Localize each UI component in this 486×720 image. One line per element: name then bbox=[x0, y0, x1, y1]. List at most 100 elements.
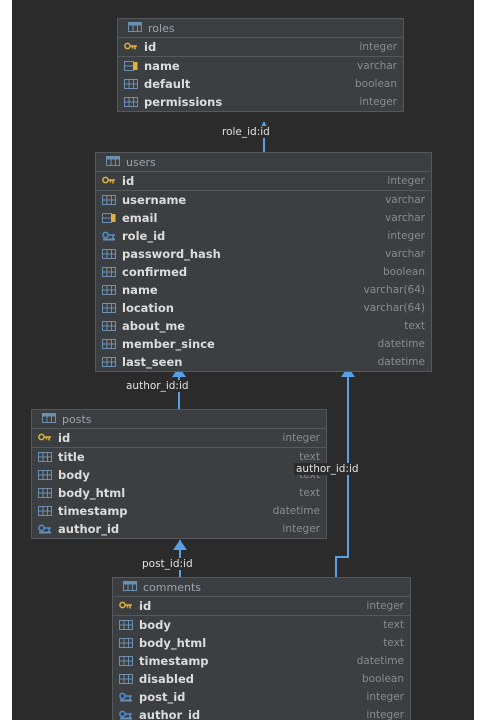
column-row[interactable]: id integer bbox=[96, 172, 431, 191]
table-header[interactable]: roles bbox=[118, 19, 403, 38]
column-icon bbox=[119, 620, 139, 630]
column-icon bbox=[102, 357, 122, 367]
column-name: confirmed bbox=[122, 265, 188, 279]
column-name: id bbox=[144, 40, 157, 54]
table-header[interactable]: posts bbox=[32, 410, 326, 429]
column-row[interactable]: default boolean bbox=[118, 75, 403, 93]
column-icon bbox=[102, 321, 122, 331]
column-type: integer bbox=[387, 230, 425, 242]
column-name: body_html bbox=[58, 486, 126, 500]
column-row[interactable]: name varchar bbox=[118, 57, 403, 75]
column-row[interactable]: about_me text bbox=[96, 317, 431, 335]
column-row[interactable]: author_id integer bbox=[113, 706, 410, 720]
column-name: id bbox=[122, 174, 135, 188]
primary-key-icon bbox=[119, 601, 139, 611]
column-icon bbox=[38, 488, 58, 498]
column-type: text bbox=[299, 451, 320, 463]
table-header[interactable]: users bbox=[96, 153, 431, 172]
column-type: varchar bbox=[385, 212, 425, 224]
column-type: text bbox=[299, 487, 320, 499]
column-type: integer bbox=[366, 709, 404, 720]
table-title: roles bbox=[148, 21, 175, 35]
column-name: id bbox=[58, 431, 71, 445]
column-row[interactable]: role_id integer bbox=[96, 227, 431, 245]
column-type: varchar(64) bbox=[363, 302, 425, 314]
column-type: varchar bbox=[385, 248, 425, 260]
column-row[interactable]: disabled boolean bbox=[113, 670, 410, 688]
foreign-key-icon bbox=[38, 524, 58, 534]
column-type: integer bbox=[282, 523, 320, 535]
column-row[interactable]: post_id integer bbox=[113, 688, 410, 706]
column-type: varchar(64) bbox=[363, 284, 425, 296]
column-row[interactable]: body text bbox=[113, 616, 410, 634]
column-name: role_id bbox=[122, 229, 166, 243]
column-name: author_id bbox=[58, 522, 120, 536]
column-icon bbox=[124, 97, 144, 107]
column-type: integer bbox=[359, 96, 397, 108]
column-name: member_since bbox=[122, 337, 215, 351]
relation-label-post-id: post_id:id bbox=[140, 558, 195, 570]
column-row[interactable]: timestamp datetime bbox=[32, 502, 326, 520]
column-row[interactable]: id integer bbox=[118, 38, 403, 57]
column-row[interactable]: timestamp datetime bbox=[113, 652, 410, 670]
column-name: post_id bbox=[139, 690, 186, 704]
column-row[interactable]: id integer bbox=[32, 429, 326, 448]
column-icon bbox=[102, 303, 122, 313]
column-name: id bbox=[139, 599, 152, 613]
primary-key-icon bbox=[124, 42, 144, 52]
column-icon bbox=[119, 674, 139, 684]
column-row[interactable]: password_hash varchar bbox=[96, 245, 431, 263]
column-type: integer bbox=[359, 41, 397, 53]
table-comments[interactable]: comments id integer body text body_html text ti… bbox=[112, 577, 411, 720]
column-row[interactable]: permissions integer bbox=[118, 93, 403, 111]
column-type: datetime bbox=[377, 338, 425, 350]
column-row[interactable]: name varchar(64) bbox=[96, 281, 431, 299]
column-type: integer bbox=[282, 432, 320, 444]
column-name: timestamp bbox=[139, 654, 209, 668]
table-title: users bbox=[126, 155, 156, 169]
column-row[interactable]: id integer bbox=[113, 597, 410, 616]
column-name: password_hash bbox=[122, 247, 221, 261]
indexed-column-icon bbox=[124, 61, 144, 71]
column-name: body_html bbox=[139, 636, 207, 650]
column-icon bbox=[102, 249, 122, 259]
column-icon bbox=[38, 506, 58, 516]
table-users[interactable]: users id integer username varchar email varcha… bbox=[95, 152, 432, 372]
column-icon bbox=[38, 452, 58, 462]
column-type: text bbox=[404, 320, 425, 332]
column-name: default bbox=[144, 77, 191, 91]
column-icon bbox=[38, 470, 58, 480]
column-name: location bbox=[122, 301, 174, 315]
column-row[interactable]: body text bbox=[32, 466, 326, 484]
relation-label-role-id: role_id:id bbox=[220, 126, 272, 138]
column-type: datetime bbox=[356, 655, 404, 667]
table-icon bbox=[123, 580, 143, 594]
column-name: body bbox=[58, 468, 90, 482]
column-row[interactable]: title text bbox=[32, 448, 326, 466]
column-name: timestamp bbox=[58, 504, 128, 518]
table-roles[interactable]: roles id integer name varchar default boolean p… bbox=[117, 18, 404, 112]
relation-label-comments-author-id: author_id:id bbox=[294, 463, 361, 475]
column-icon bbox=[119, 638, 139, 648]
column-row[interactable]: confirmed boolean bbox=[96, 263, 431, 281]
column-name: name bbox=[122, 283, 158, 297]
column-row[interactable]: body_html text bbox=[113, 634, 410, 652]
column-row[interactable]: body_html text bbox=[32, 484, 326, 502]
column-row[interactable]: last_seen datetime bbox=[96, 353, 431, 371]
column-type: boolean bbox=[355, 78, 397, 90]
column-type: varchar bbox=[385, 194, 425, 206]
column-name: author_id bbox=[139, 708, 201, 720]
column-type: text bbox=[383, 619, 404, 631]
column-icon bbox=[102, 285, 122, 295]
column-row[interactable]: location varchar(64) bbox=[96, 299, 431, 317]
column-row[interactable]: email varchar bbox=[96, 209, 431, 227]
table-header[interactable]: comments bbox=[113, 578, 410, 597]
table-posts[interactable]: posts id integer title text body text body_html… bbox=[31, 409, 327, 539]
column-row[interactable]: author_id integer bbox=[32, 520, 326, 538]
indexed-column-icon bbox=[102, 213, 122, 223]
column-row[interactable]: username varchar bbox=[96, 191, 431, 209]
column-name: permissions bbox=[144, 95, 223, 109]
arrow-head-icon bbox=[173, 540, 187, 550]
column-row[interactable]: member_since datetime bbox=[96, 335, 431, 353]
column-type: integer bbox=[366, 691, 404, 703]
